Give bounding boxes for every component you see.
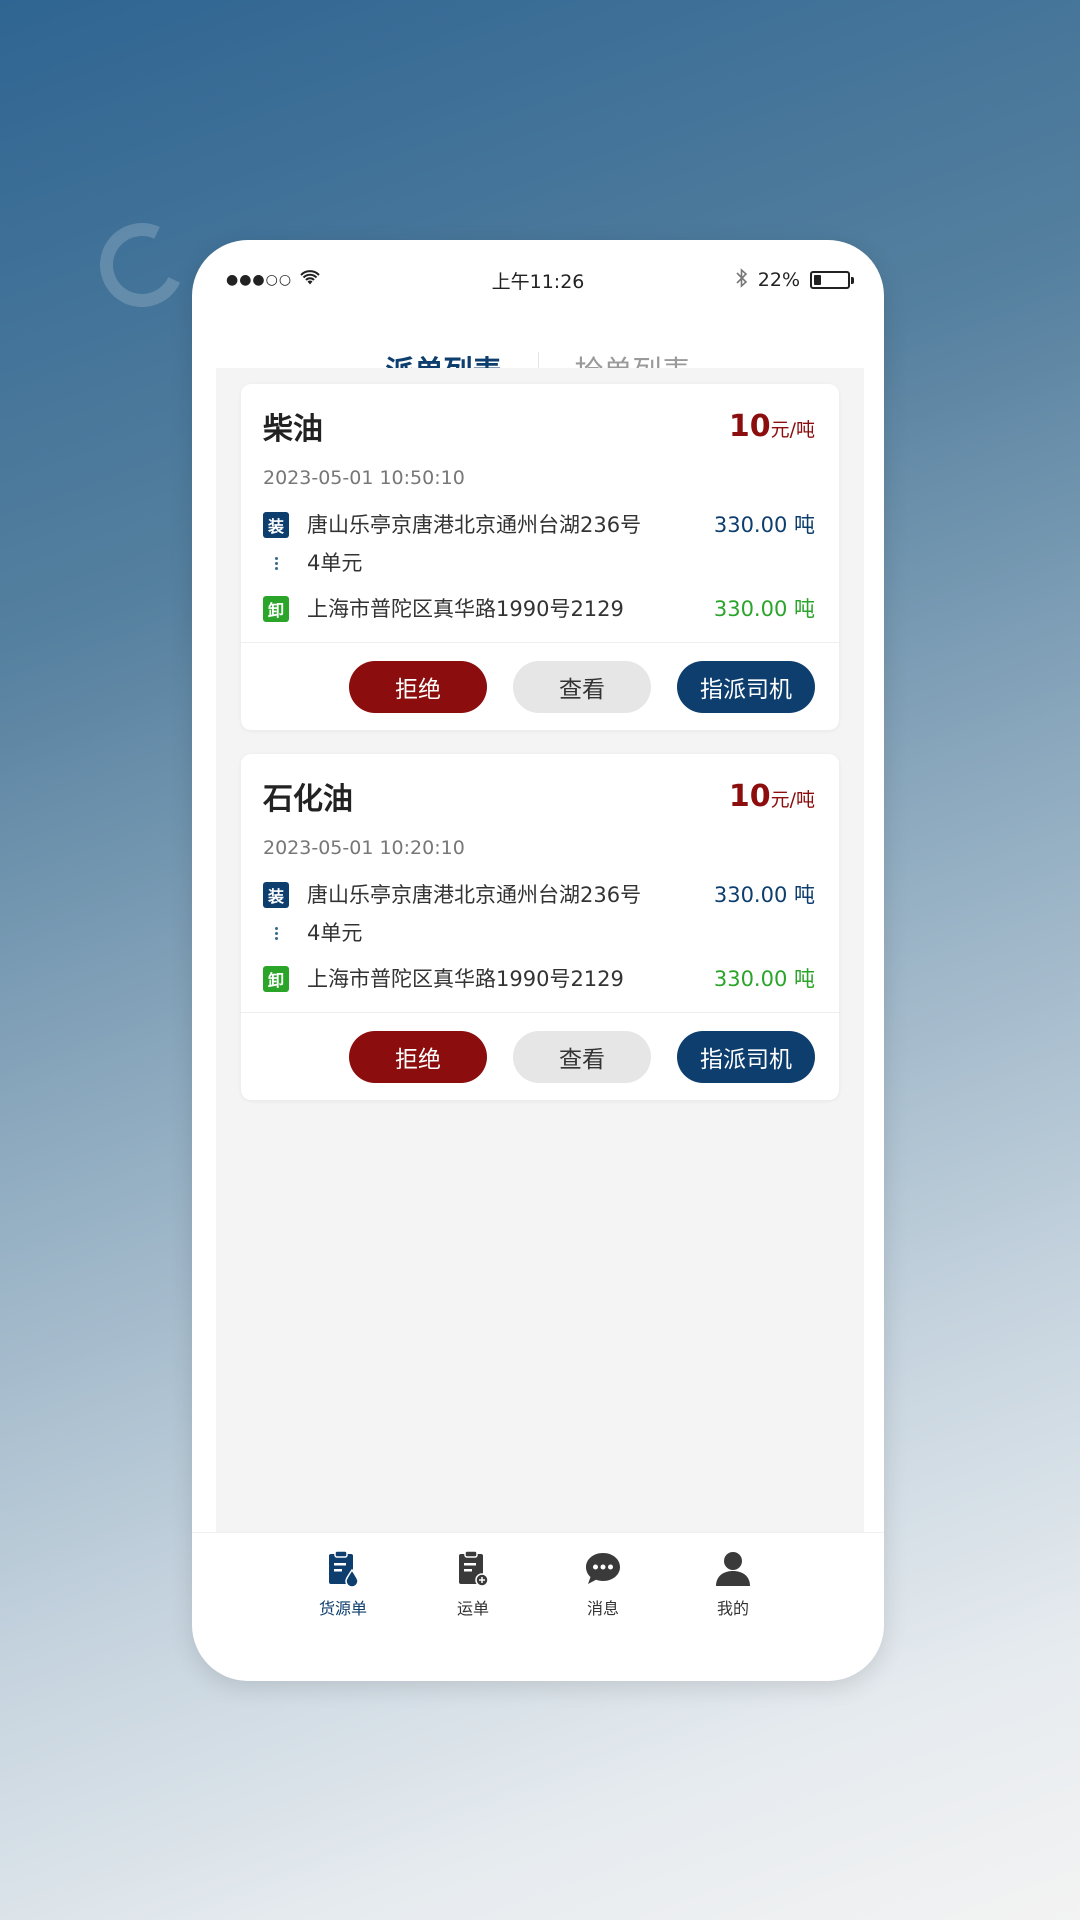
nav-message[interactable]: 消息 [538, 1549, 668, 1619]
cargo-name: 柴油 [263, 412, 323, 447]
order-list: 柴油 10元/吨 2023-05-01 10:50:10 装 唐山乐亭京唐港北京… [216, 368, 864, 1532]
load-address: 唐山乐亭京唐港北京通州台湖236号 [307, 513, 642, 537]
card-actions: 拒绝 查看 指派司机 [241, 642, 839, 730]
wifi-icon [300, 269, 320, 291]
assign-driver-button[interactable]: 指派司机 [677, 660, 815, 713]
price-value: 10 [728, 408, 771, 444]
card-actions: 拒绝 查看 指派司机 [241, 1012, 839, 1100]
nav-label: 消息 [586, 1599, 619, 1618]
nav-waybill[interactable]: 运单 [408, 1549, 538, 1619]
decorative-ring [88, 211, 196, 319]
user-icon [713, 1549, 753, 1589]
phone-frame: ●●●○○ 上午11:26 22% 派单列表 抢单列表 [192, 240, 884, 1681]
nav-label: 货源单 [318, 1599, 367, 1618]
waybill-icon [453, 1549, 493, 1589]
bottom-nav: 货源单 运单 消息 我的 [192, 1532, 884, 1622]
price-unit: 元/吨 [770, 788, 815, 811]
reject-button[interactable]: 拒绝 [349, 660, 487, 713]
message-icon [583, 1549, 623, 1589]
unload-row: 卸 上海市普陀区真华路1990号2129 330.00 吨 [263, 590, 815, 628]
price-value: 10 [728, 778, 771, 814]
battery-percent: 22% [757, 269, 800, 291]
order-time: 2023-05-01 10:20:10 [263, 837, 465, 859]
battery-icon [810, 271, 854, 289]
nav-label: 运单 [456, 1599, 489, 1618]
load-address-line2: 4单元 [307, 551, 363, 575]
battery-level [814, 275, 822, 285]
order-card: 柴油 10元/吨 2023-05-01 10:50:10 装 唐山乐亭京唐港北京… [241, 384, 839, 730]
unload-address: 上海市普陀区真华路1990号2129 [307, 597, 624, 621]
unload-tag: 卸 [263, 966, 289, 992]
load-tag: 装 [263, 512, 289, 538]
load-address: 唐山乐亭京唐港北京通州台湖236号 [307, 883, 642, 907]
signal-icon: ●●●○○ [226, 272, 293, 288]
unload-weight: 330.00 吨 [713, 967, 815, 991]
load-weight: 330.00 吨 [713, 513, 815, 537]
address-continuation: 4单元 [263, 544, 815, 582]
price-unit: 元/吨 [770, 418, 815, 441]
order-time: 2023-05-01 10:50:10 [263, 467, 465, 489]
reject-button[interactable]: 拒绝 [349, 1030, 487, 1083]
route-dots-icon [263, 556, 289, 570]
bluetooth-icon [736, 267, 748, 293]
cargo-name: 石化油 [263, 782, 353, 817]
order-card: 石化油 10元/吨 2023-05-01 10:20:10 装 唐山乐亭京唐港北… [241, 754, 839, 1100]
load-address-line2: 4单元 [307, 921, 363, 945]
unload-address: 上海市普陀区真华路1990号2129 [307, 967, 624, 991]
unload-weight: 330.00 吨 [713, 597, 815, 621]
address-continuation: 4单元 [263, 914, 815, 952]
view-button[interactable]: 查看 [513, 660, 651, 713]
status-time: 上午11:26 [491, 270, 585, 293]
nav-cargo-source[interactable]: 货源单 [278, 1549, 408, 1619]
nav-profile[interactable]: 我的 [668, 1549, 798, 1619]
assign-driver-button[interactable]: 指派司机 [677, 1030, 815, 1083]
load-row: 装 唐山乐亭京唐港北京通州台湖236号 330.00 吨 [263, 876, 815, 914]
unload-row: 卸 上海市普陀区真华路1990号2129 330.00 吨 [263, 960, 815, 998]
cargo-source-icon [323, 1549, 363, 1589]
view-button[interactable]: 查看 [513, 1030, 651, 1083]
load-row: 装 唐山乐亭京唐港北京通州台湖236号 330.00 吨 [263, 506, 815, 544]
route-dots-icon [263, 926, 289, 940]
load-tag: 装 [263, 882, 289, 908]
load-weight: 330.00 吨 [713, 883, 815, 907]
nav-label: 我的 [716, 1599, 749, 1618]
unload-tag: 卸 [263, 596, 289, 622]
status-bar: ●●●○○ 上午11:26 22% [192, 240, 884, 306]
price: 10元/吨 [729, 409, 815, 444]
price: 10元/吨 [729, 779, 815, 814]
